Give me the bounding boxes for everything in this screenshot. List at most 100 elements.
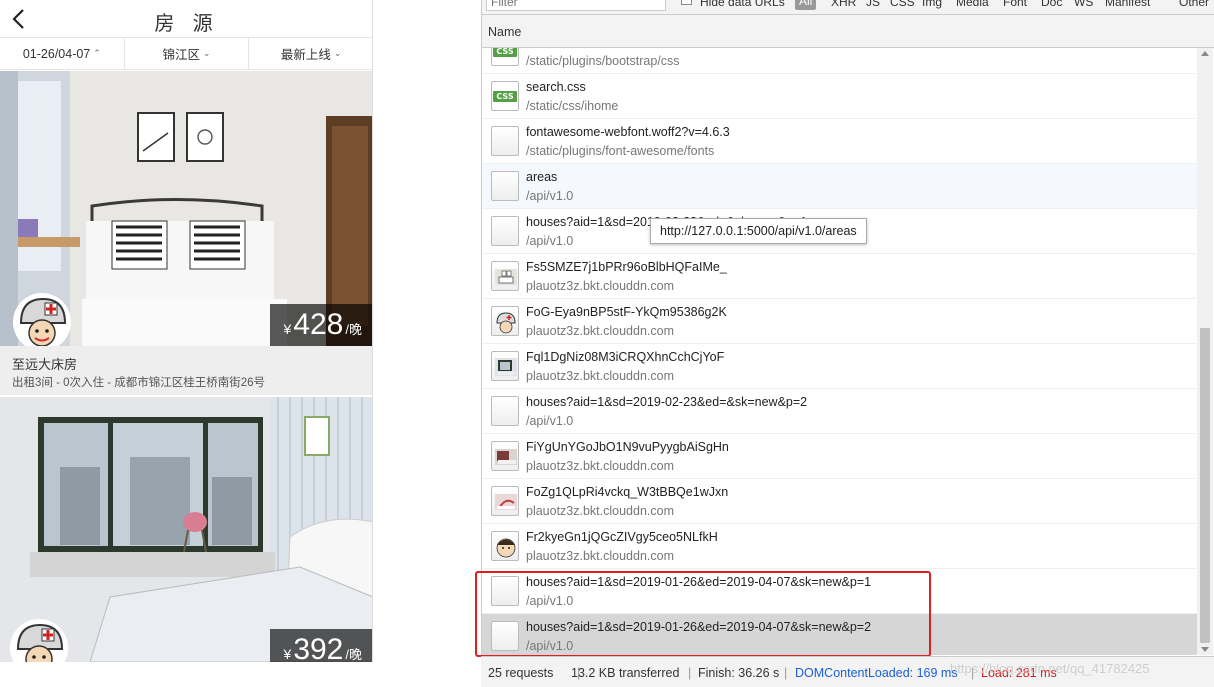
type-filter-font[interactable]: Font [1003, 0, 1027, 9]
area-filter[interactable]: 锦江区 ⌄ [125, 38, 250, 69]
price-value: 392 [293, 633, 344, 662]
request-path: /static/plugins/bootstrap/css [526, 54, 680, 68]
scroll-down-icon[interactable] [1201, 647, 1209, 652]
request-name: Fr2kyeGn1jQGcZIVgy5ceo5NLfkH [526, 530, 718, 544]
type-filter-manifest[interactable]: Manifest [1105, 0, 1150, 9]
app-header: 房 源 [0, 0, 372, 38]
request-name: Fql1DgNiz08M3iCRQXhnCchCjYoF [526, 350, 725, 364]
helmet-doodle-avatar [13, 293, 71, 351]
sort-filter-label: 最新上线 [280, 48, 331, 62]
css-file-icon: CSS [491, 48, 519, 66]
mobile-app-pane: 房 源 01-26/04-07 ⌃ 锦江区 ⌄ 最新上线 ⌄ ¥ 428 /晚 … [0, 0, 373, 662]
image-thumb-icon [491, 261, 519, 291]
scrollbar-thumb[interactable] [1200, 328, 1210, 643]
url-tooltip: http://127.0.0.1:5000/api/v1.0/areas [650, 218, 867, 244]
request-name: FoG-Eya9nBP5stF-YkQm95386g2K [526, 305, 727, 319]
hide-data-urls-checkbox[interactable] [681, 0, 692, 5]
request-path: plauotz3z.bkt.clouddn.com [526, 369, 675, 383]
request-name: Fs5SMZE7j1bPRr96oBlbHQFaIMe_ [526, 260, 727, 274]
blank-file-icon [491, 396, 519, 426]
blank-file-icon [491, 216, 519, 246]
request-row[interactable]: FoG-Eya9nBP5stF-YkQm95386g2K plauotz3z.b… [482, 299, 1198, 344]
filter-input[interactable] [486, 0, 666, 11]
image-thumb-icon [491, 486, 519, 516]
price-tag: ¥ 428 /晚 [269, 304, 372, 346]
request-path: /api/v1.0 [526, 234, 574, 248]
red-highlight-box [475, 571, 931, 657]
listing-card[interactable]: ¥ 428 /晚 至远大床房 出租3间 - 0次入住 - 成都市锦江区桂王桥南街… [0, 71, 372, 395]
price-tag: ¥ 392 /晚 [269, 629, 372, 662]
price-value: 428 [293, 308, 344, 341]
request-row[interactable]: CSS search.css /static/css/ihome [482, 74, 1198, 119]
chevron-up-icon: ⌃ [93, 48, 101, 58]
price-currency: ¥ [283, 646, 292, 662]
status-transferred: 13.2 KB transferred [571, 666, 680, 680]
request-path: plauotz3z.bkt.clouddn.com [526, 324, 675, 338]
request-path: plauotz3z.bkt.clouddn.com [526, 504, 675, 518]
type-filter-xhr[interactable]: XHR [831, 0, 856, 9]
date-filter[interactable]: 01-26/04-07 ⌃ [0, 38, 125, 69]
hide-data-urls-label: Hide data URLs [700, 0, 785, 9]
chevron-down-icon: ⌄ [333, 48, 342, 58]
request-path: /api/v1.0 [526, 414, 574, 428]
request-list: CSS /static/plugins/bootstrap/css CSS se… [482, 48, 1198, 655]
request-row[interactable]: CSS /static/plugins/bootstrap/css [482, 48, 1198, 74]
type-filter-ws[interactable]: WS [1074, 0, 1093, 9]
scroll-up-icon[interactable] [1201, 51, 1209, 56]
image-thumb-icon [491, 306, 519, 336]
price-unit: /晚 [345, 322, 362, 337]
request-row[interactable]: Fql1DgNiz08M3iCRQXhnCchCjYoF plauotz3z.b… [482, 344, 1198, 389]
blog-watermark: https://blog.csdn.net/qq_41782425 [950, 661, 1150, 676]
type-filter-css[interactable]: CSS [890, 0, 915, 9]
request-row[interactable]: areas /api/v1.0 [482, 164, 1198, 209]
request-row[interactable]: FiYgUnYGoJbO1N9vuPyygbAiSgHn plauotz3z.b… [482, 434, 1198, 479]
request-row[interactable]: fontawesome-webfont.woff2?v=4.6.3 /stati… [482, 119, 1198, 164]
status-requests: 25 requests [488, 666, 554, 680]
type-filter-doc[interactable]: Doc [1041, 0, 1062, 9]
request-row[interactable]: Fr2kyeGn1jQGcZIVgy5ceo5NLfkH plauotz3z.b… [482, 524, 1198, 569]
image-thumb-icon [491, 441, 519, 471]
request-name: fontawesome-webfont.woff2?v=4.6.3 [526, 125, 730, 139]
name-column-header[interactable]: Name [482, 14, 1214, 48]
listing-subtitle: 出租3间 - 0次入住 - 成都市锦江区桂王桥南街26号 [12, 377, 266, 389]
status-finish: Finish: 36.26 s [698, 666, 780, 680]
filter-bar: 01-26/04-07 ⌃ 锦江区 ⌄ 最新上线 ⌄ [0, 38, 372, 70]
listing-info: 至远大床房 出租3间 - 0次入住 - 成都市锦江区桂王桥南街26号 [0, 346, 372, 395]
request-name: FoZg1QLpRi4vckq_W3tBBQe1wJxn [526, 485, 729, 499]
blank-file-icon [491, 126, 519, 156]
request-path: plauotz3z.bkt.clouddn.com [526, 549, 675, 563]
name-column-label: Name [488, 25, 522, 39]
status-separator: | [688, 666, 692, 680]
request-path: /static/css/ihome [526, 99, 619, 113]
page-title: 房 源 [154, 11, 219, 35]
listing-card[interactable]: ¥ 392 /晚 [0, 397, 372, 662]
listing-photo [0, 397, 372, 662]
request-row[interactable]: Fs5SMZE7j1bPRr96oBlbHQFaIMe_ plauotz3z.b… [482, 254, 1198, 299]
image-thumb-icon [491, 351, 519, 381]
status-separator: | [784, 666, 788, 680]
type-filter-js[interactable]: JS [866, 0, 880, 9]
request-path: /static/plugins/font-awesome/fonts [526, 144, 715, 158]
blank-file-icon [491, 171, 519, 201]
listing-title: 至远大床房 [12, 357, 78, 372]
area-filter-label: 锦江区 [162, 48, 200, 62]
request-path: plauotz3z.bkt.clouddn.com [526, 459, 675, 473]
type-filter-all[interactable]: All [795, 0, 817, 10]
request-path: /api/v1.0 [526, 189, 574, 203]
type-filter-img[interactable]: Img [922, 0, 942, 9]
status-dom-content-loaded: DOMContentLoaded: 169 ms [795, 666, 958, 680]
request-row[interactable]: FoZg1QLpRi4vckq_W3tBBQe1wJxn plauotz3z.b… [482, 479, 1198, 524]
request-row[interactable]: houses?aid=1&sd=2019-02-23&ed=&sk=new&p=… [482, 389, 1198, 434]
network-toolbar: Hide data URLs All XHR JS CSS Img Media … [482, 0, 1214, 14]
sort-filter[interactable]: 最新上线 ⌄ [249, 38, 372, 69]
type-filter-media[interactable]: Media [956, 0, 989, 9]
price-unit: /晚 [345, 647, 362, 662]
request-name: FiYgUnYGoJbO1N9vuPyygbAiSgHn [526, 440, 729, 454]
request-list-scrollbar[interactable] [1197, 48, 1213, 655]
date-filter-label: 01-26/04-07 [22, 46, 91, 61]
request-name: houses?aid=1&sd=2019-02-23&ed=&sk=new&p=… [526, 395, 808, 409]
type-filter-other[interactable]: Other [1179, 0, 1209, 9]
request-name: areas [526, 170, 558, 184]
image-thumb-icon [491, 531, 519, 561]
request-name: search.css [526, 80, 586, 94]
